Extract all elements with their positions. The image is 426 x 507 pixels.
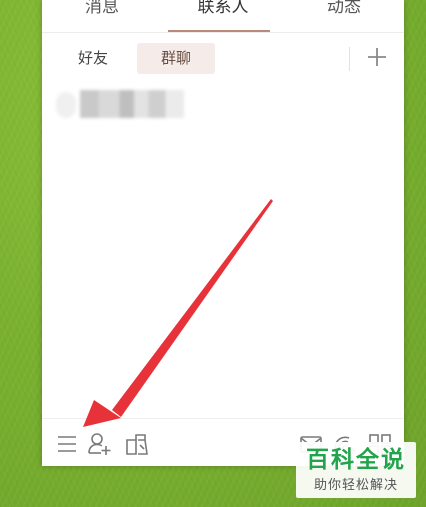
tab-messages-label: 消息 [85, 0, 119, 17]
add-user-icon[interactable] [87, 431, 113, 457]
blurred-name [80, 90, 184, 118]
watermark: 百科全说 助你轻松解决 [296, 442, 416, 498]
tab-updates[interactable]: 动态 [284, 0, 404, 30]
tab-messages[interactable]: 消息 [42, 0, 162, 30]
tab-updates-label: 动态 [327, 0, 361, 17]
subtab-groups[interactable]: 群聊 [137, 43, 215, 74]
tab-contacts-label: 联系人 [197, 0, 249, 17]
contacts-panel: 消息 联系人 动态 好友 群聊 [42, 0, 404, 466]
watermark-title: 百科全说 [306, 447, 406, 473]
watermark-subtitle: 助你轻松解决 [313, 478, 398, 493]
plus-icon[interactable] [365, 45, 389, 69]
tab-divider [42, 32, 404, 33]
tab-contacts[interactable]: 联系人 [163, 0, 283, 30]
bottom-toolbar-divider [42, 418, 404, 419]
app-manager-icon[interactable] [124, 431, 150, 457]
blurred-avatar [56, 92, 76, 118]
menu-icon[interactable] [54, 431, 80, 457]
subtab-friends[interactable]: 好友 [62, 43, 124, 74]
top-tab-bar: 消息 联系人 动态 [42, 0, 404, 33]
subtab-separator [349, 47, 350, 71]
list-item[interactable] [56, 86, 184, 122]
